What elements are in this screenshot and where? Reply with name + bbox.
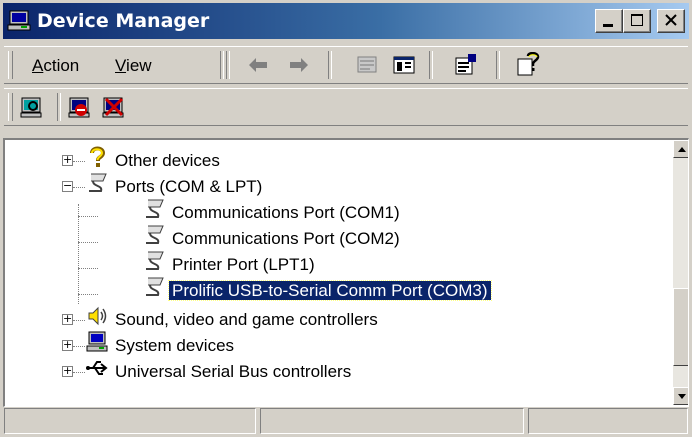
scroll-thumb[interactable] xyxy=(673,288,688,366)
title-bar[interactable]: Device Manager xyxy=(3,3,689,39)
action-toolbar xyxy=(4,88,688,126)
tree-line xyxy=(73,320,85,321)
scan-hardware-icon[interactable] xyxy=(19,94,45,120)
back-arrow-icon[interactable] xyxy=(245,52,271,78)
toolbar-separator xyxy=(220,51,224,79)
properties-sheet-icon[interactable] xyxy=(354,52,380,78)
device-tree[interactable]: + Other devices − Ports (COM & LPT) Comm… xyxy=(3,138,689,407)
tree-item-com1[interactable]: Communications Port (COM1) xyxy=(169,200,403,226)
window-title: Device Manager xyxy=(37,10,210,32)
tree-line xyxy=(78,242,98,243)
vertical-scrollbar[interactable] xyxy=(673,140,688,405)
status-bar xyxy=(4,408,688,434)
port-connector-icon xyxy=(89,173,107,192)
tree-line xyxy=(78,216,98,217)
expand-toggle[interactable]: + xyxy=(62,154,73,166)
tree-line xyxy=(73,187,85,188)
expand-toggle[interactable]: + xyxy=(62,313,73,325)
speaker-icon xyxy=(88,306,107,326)
tree-line xyxy=(73,346,85,347)
uninstall-device-icon[interactable] xyxy=(101,94,127,120)
tree-item-sound[interactable]: Sound, video and game controllers xyxy=(112,307,381,333)
menu-view[interactable]: View xyxy=(115,56,152,76)
minimize-button[interactable] xyxy=(595,9,623,33)
tree-item-com3-selected[interactable]: Prolific USB-to-Serial Comm Port (COM3) xyxy=(168,278,492,304)
port-connector-icon xyxy=(146,199,164,218)
collapse-toggle[interactable]: − xyxy=(62,180,73,192)
minimize-icon xyxy=(603,24,613,27)
tree-line xyxy=(73,372,85,373)
tree-line xyxy=(73,161,85,162)
toolbar-separator xyxy=(328,51,332,79)
arrow-down-icon xyxy=(678,394,686,399)
tree-item-system-devices[interactable]: System devices xyxy=(112,333,237,359)
toolbar-separator xyxy=(226,51,230,79)
toolbar-grip[interactable] xyxy=(8,51,13,79)
status-panel xyxy=(528,408,688,434)
scroll-up-button[interactable] xyxy=(673,140,688,158)
tree-item-com2[interactable]: Communications Port (COM2) xyxy=(169,226,403,252)
toolbar-separator xyxy=(496,51,500,79)
disable-device-icon[interactable] xyxy=(67,94,93,120)
device-manager-window: Device Manager Action View + Other devic… xyxy=(0,0,692,437)
status-panel xyxy=(4,408,256,434)
maximize-button[interactable] xyxy=(623,9,651,33)
expand-toggle[interactable]: + xyxy=(62,339,73,351)
port-connector-icon xyxy=(146,277,164,296)
tree-line xyxy=(78,294,98,295)
toolbar-separator xyxy=(429,51,433,79)
properties-icon[interactable] xyxy=(453,52,479,78)
toolbar-separator xyxy=(57,93,61,121)
arrow-up-icon xyxy=(678,147,686,152)
show-hide-tree-icon[interactable] xyxy=(391,52,417,78)
status-panel xyxy=(260,408,524,434)
tree-item-other-devices[interactable]: Other devices xyxy=(112,148,223,174)
close-icon xyxy=(665,14,677,26)
expand-toggle[interactable]: + xyxy=(62,365,73,377)
usb-icon xyxy=(86,361,108,375)
port-connector-icon xyxy=(146,251,164,270)
menu-action[interactable]: Action xyxy=(32,56,79,76)
port-connector-icon xyxy=(146,225,164,244)
tree-item-usb[interactable]: Universal Serial Bus controllers xyxy=(112,359,354,385)
toolbar-grip[interactable] xyxy=(8,93,13,121)
tree-item-lpt1[interactable]: Printer Port (LPT1) xyxy=(169,252,318,278)
question-mark-icon xyxy=(90,146,106,167)
device-manager-icon xyxy=(7,10,31,31)
tree-line xyxy=(78,204,79,304)
computer-icon xyxy=(86,331,108,352)
forward-arrow-icon[interactable] xyxy=(286,52,312,78)
tree-item-ports[interactable]: Ports (COM & LPT) xyxy=(112,174,265,200)
scroll-down-button[interactable] xyxy=(673,387,688,405)
tree-line xyxy=(78,268,98,269)
close-button[interactable] xyxy=(657,9,685,33)
menu-toolbar: Action View xyxy=(4,46,688,84)
maximize-icon xyxy=(631,14,643,26)
help-icon[interactable] xyxy=(516,52,542,78)
